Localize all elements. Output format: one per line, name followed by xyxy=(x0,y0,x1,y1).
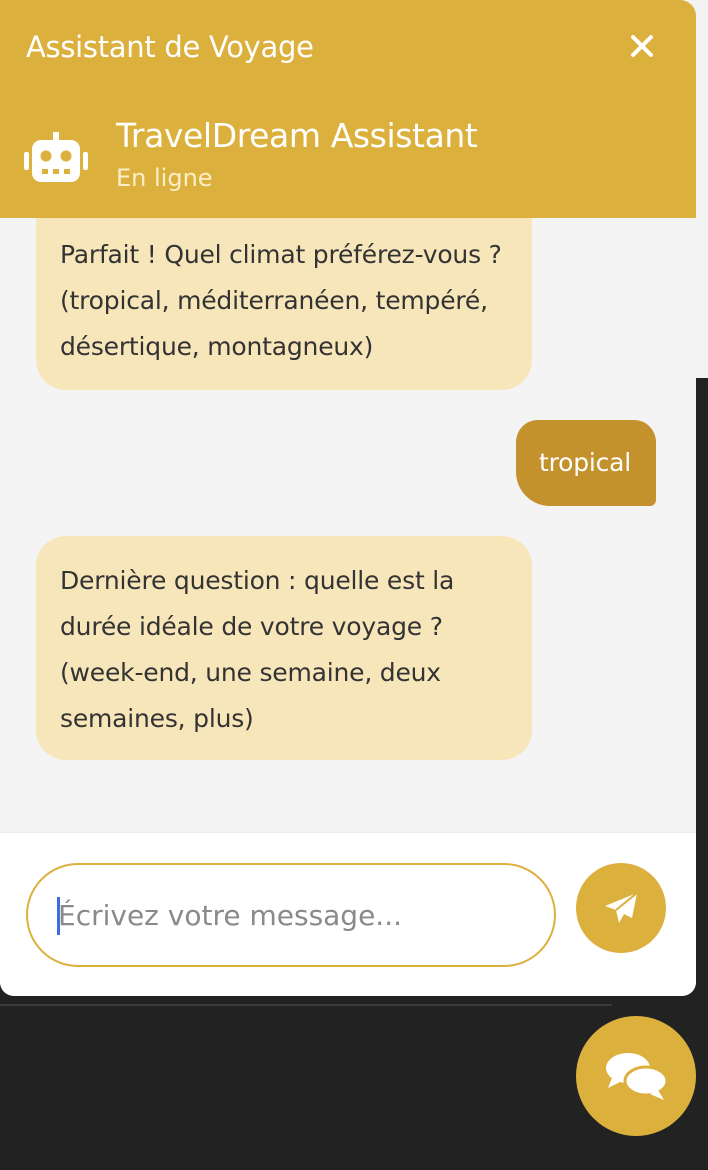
message-input[interactable] xyxy=(26,863,556,967)
agent-info: TravelDream Assistant En ligne xyxy=(24,112,664,192)
text-cursor xyxy=(57,897,60,935)
chat-widget: Assistant de Voyage TravelDream Assistan… xyxy=(0,0,696,996)
user-message: tropical xyxy=(516,420,656,506)
chat-header: Assistant de Voyage TravelDream Assistan… xyxy=(0,0,696,218)
robot-icon xyxy=(24,132,88,182)
send-button[interactable] xyxy=(576,863,666,953)
agent-name: TravelDream Assistant xyxy=(116,116,478,155)
chat-title: Assistant de Voyage xyxy=(26,30,314,64)
chat-bubbles-icon xyxy=(606,1053,668,1100)
page-divider xyxy=(0,1004,612,1006)
composer-bar xyxy=(0,832,696,996)
chat-launcher-button[interactable] xyxy=(576,1016,696,1136)
close-button[interactable] xyxy=(622,26,662,66)
message-list[interactable]: Parfait ! Quel climat préférez-vous ? (t… xyxy=(0,218,696,832)
bot-message: Dernière question : quelle est la durée … xyxy=(36,536,532,760)
bot-message: Parfait ! Quel climat préférez-vous ? (t… xyxy=(36,218,532,390)
close-icon xyxy=(631,35,653,57)
paper-plane-icon xyxy=(605,892,638,923)
agent-status: En ligne xyxy=(116,164,213,192)
